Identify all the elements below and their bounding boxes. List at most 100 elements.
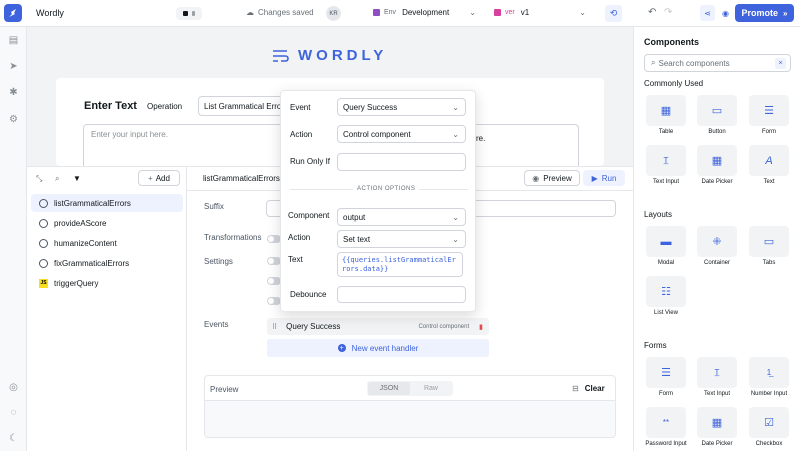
filter-icon[interactable]: ▼	[73, 174, 81, 183]
table-icon: ▦	[660, 105, 672, 117]
support-icon[interactable]: ◎	[8, 382, 19, 393]
text-input-component[interactable]: T̲	[697, 357, 737, 388]
action-select-value: Control component	[343, 129, 411, 139]
sync-icon[interactable]: ⟲	[605, 5, 622, 22]
calendar-icon: ▦	[711, 417, 723, 429]
query-item-name: humanizeContent	[54, 238, 117, 248]
new-event-handler-button[interactable]: + New event handler	[267, 339, 489, 357]
list-view-icon: ☷	[661, 286, 671, 298]
button-component[interactable]: ▭	[697, 95, 737, 126]
query-item[interactable]: fixGrammaticalErrors	[31, 254, 183, 272]
operation-label: Operation	[147, 102, 183, 111]
password-input-component[interactable]: **	[646, 407, 686, 438]
text-code-input[interactable]: {{queries.listGrammaticalErrors.data}}	[337, 252, 463, 277]
event-row-action: Control component	[418, 323, 470, 330]
eye-icon: ◉	[532, 173, 540, 183]
env-selector[interactable]: Env Development ⌄	[373, 8, 476, 17]
text-label: Text	[288, 255, 303, 264]
event-handler-row[interactable]: ⠿ Query Success Control component ▮	[267, 318, 489, 335]
text-input-component[interactable]: T̲	[646, 145, 686, 176]
query-name-title[interactable]: listGrammaticalErrors	[203, 174, 280, 183]
share-icon[interactable]: ⋖	[700, 5, 715, 21]
app-logo-icon[interactable]	[4, 4, 22, 22]
search-components-placeholder: Search components	[658, 58, 730, 68]
tabs-component[interactable]: ▭	[749, 226, 789, 257]
chat-icon[interactable]: ◌	[8, 407, 19, 418]
chevron-down-icon: ⌄	[452, 129, 459, 139]
number-input-component[interactable]: 1̲	[749, 357, 789, 388]
app-name[interactable]: Wordly	[36, 8, 64, 18]
theme-moon-icon[interactable]: ☾	[8, 433, 19, 444]
plus-icon: +	[148, 173, 153, 183]
settings-toggle[interactable]	[267, 297, 281, 305]
action-select[interactable]: Control component ⌄	[337, 125, 466, 143]
list-view-component[interactable]: ☷	[646, 276, 686, 307]
collapse-icon[interactable]: ⤡	[36, 174, 42, 184]
inspector-icon[interactable]: ➤	[8, 61, 19, 72]
transformations-toggle[interactable]	[267, 235, 281, 243]
component-label: Modal	[657, 260, 675, 266]
promote-button[interactable]: Promote »	[735, 4, 794, 22]
clear-button[interactable]: ⊟ Clear	[572, 384, 605, 393]
settings-toggle[interactable]	[267, 277, 281, 285]
date-picker-component[interactable]: ▦	[697, 145, 737, 176]
component-label: Tabs	[762, 260, 776, 266]
trash-icon[interactable]: ▮	[479, 323, 483, 331]
query-item[interactable]: listGrammaticalErrors	[31, 194, 183, 212]
form-component[interactable]: ☰	[646, 357, 686, 388]
component-label: Date Picker	[701, 441, 733, 447]
modal-component[interactable]: ▬	[646, 226, 686, 257]
query-item[interactable]: provideAScore	[31, 214, 183, 232]
password-icon: **	[662, 418, 670, 427]
calendar-icon: ▦	[711, 155, 723, 167]
event-select-value: Query Success	[343, 102, 398, 112]
query-item[interactable]: humanizeContent	[31, 234, 183, 252]
text-input-icon: T̲	[714, 368, 720, 377]
tab-raw[interactable]: Raw	[410, 382, 452, 395]
eye-icon[interactable]: ◉	[719, 5, 732, 21]
table-component[interactable]: ▦	[646, 95, 686, 126]
mobile-icon[interactable]	[192, 11, 195, 16]
clear-search-icon[interactable]: ×	[775, 57, 786, 69]
redo-icon[interactable]: ↷	[664, 7, 672, 18]
run-only-if-input[interactable]	[337, 153, 466, 171]
component-select[interactable]: output ⌄	[337, 208, 466, 226]
event-label: Event	[290, 103, 311, 112]
layout-toggle[interactable]	[176, 7, 202, 20]
debugger-icon[interactable]: ✱	[8, 87, 19, 98]
container-component[interactable]: ⁜	[697, 226, 737, 257]
tab-json[interactable]: JSON	[368, 382, 410, 395]
run-button[interactable]: ▶ Run	[583, 170, 625, 186]
checkbox-component[interactable]: ☑	[749, 407, 789, 438]
wordly-logo: WORDLY	[272, 47, 387, 64]
preview-button[interactable]: ◉ Preview	[524, 170, 580, 186]
date-picker-component[interactable]: ▦	[697, 407, 737, 438]
env-value: Development	[402, 8, 450, 17]
pages-icon[interactable]: ▤	[8, 35, 19, 46]
component-label: Date Picker	[701, 179, 733, 185]
settings-toggle[interactable]	[267, 257, 281, 265]
tabs-icon: ▭	[763, 236, 775, 248]
drag-handle-icon[interactable]: ⠿	[272, 323, 277, 331]
component-label: Container	[703, 260, 730, 266]
add-query-button[interactable]: + Add	[138, 170, 180, 186]
query-item[interactable]: JS triggerQuery	[31, 274, 183, 292]
search-icon[interactable]: ⌕	[55, 174, 59, 184]
component-action-select[interactable]: Set text ⌄	[337, 230, 466, 248]
operation-dropdown[interactable]: List Grammatical Errors	[198, 96, 284, 116]
text-component[interactable]: A	[749, 145, 789, 176]
version-selector[interactable]: ver v1 ⌄	[494, 8, 586, 17]
query-item-name: triggerQuery	[54, 278, 99, 288]
form-component[interactable]: ☰	[749, 95, 789, 126]
desktop-icon[interactable]	[183, 11, 188, 16]
event-select[interactable]: Query Success ⌄	[337, 98, 466, 116]
avatar[interactable]: KR	[326, 6, 341, 21]
search-icon: ⌕	[651, 58, 656, 67]
debounce-input[interactable]	[337, 286, 466, 303]
search-components-input[interactable]: ⌕ Search components ×	[644, 54, 791, 72]
component-label: Password Input	[645, 441, 687, 447]
undo-icon[interactable]: ↶	[648, 7, 656, 18]
new-event-handler-label: New event handler	[351, 343, 419, 353]
settings-icon[interactable]: ⚙	[8, 114, 19, 125]
components-title: Components	[644, 37, 699, 47]
